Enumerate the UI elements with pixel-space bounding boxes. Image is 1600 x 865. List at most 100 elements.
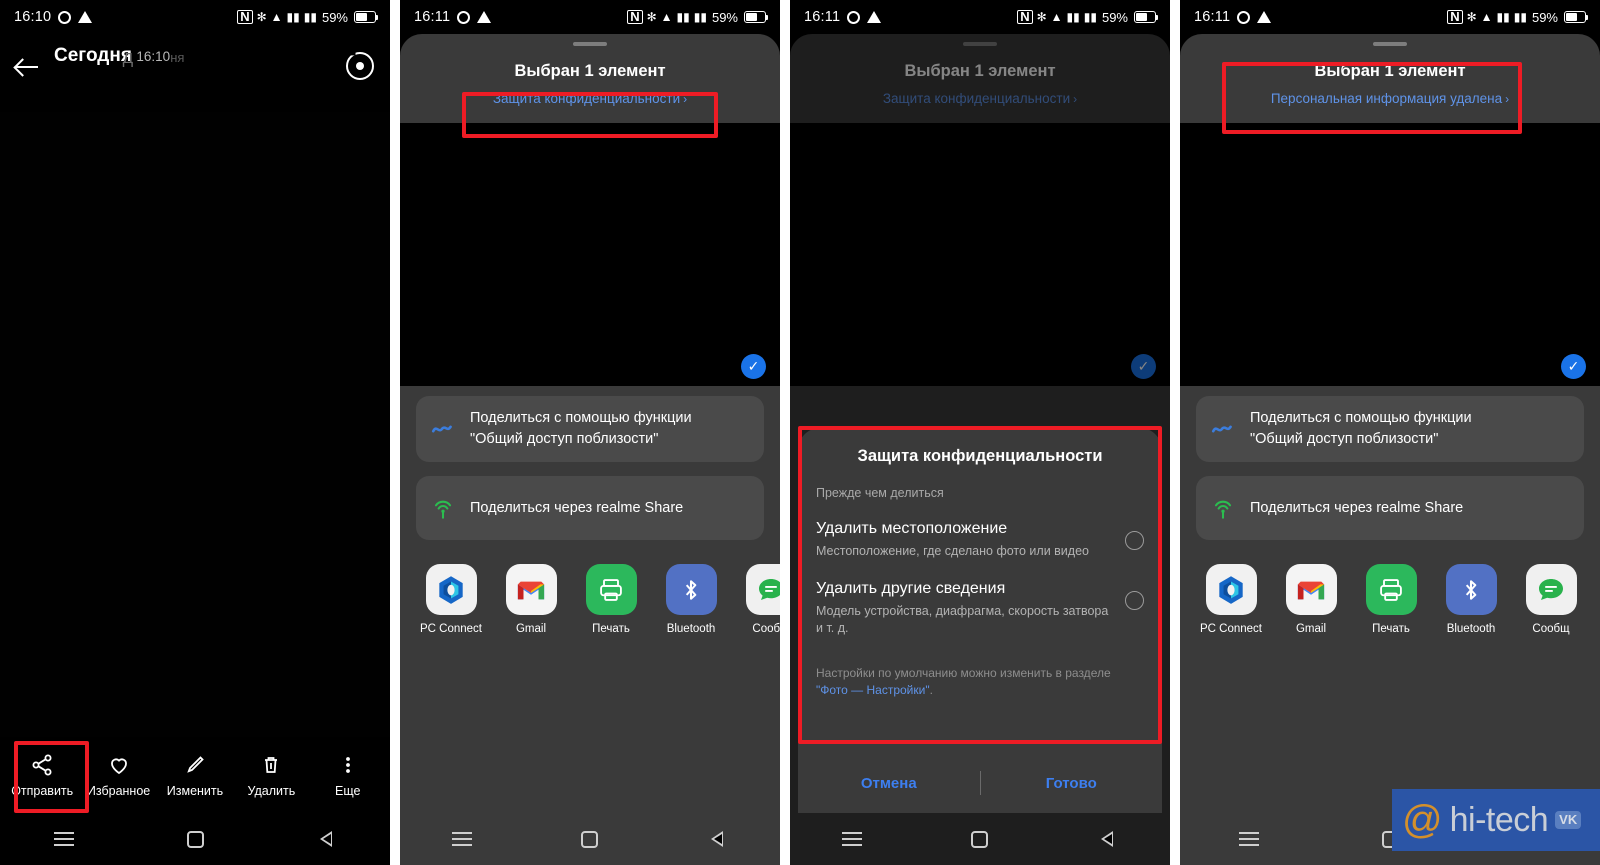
toolbar-item-share[interactable]: Отправить (7, 753, 77, 798)
share-apps-row: PC Connect Gmail (400, 554, 780, 635)
dialog-subtitle: Прежде чем делиться (816, 486, 944, 500)
recents-icon[interactable] (1237, 828, 1263, 850)
share-preview-thumbnail[interactable]: ✓ (1180, 123, 1600, 391)
toolbar-label: Удалить (247, 783, 296, 798)
signal-icon: ▮▮ (286, 10, 300, 24)
recents-icon[interactable] (450, 828, 476, 850)
back-triangle-icon[interactable] (312, 828, 338, 850)
drag-handle[interactable] (1373, 42, 1407, 46)
toolbar-item-edit[interactable]: Изменить (160, 753, 230, 798)
share-app-messages[interactable]: Сообщ (1522, 564, 1580, 635)
share-app-pc-connect[interactable]: PC Connect (1200, 564, 1262, 635)
privacy-protection-link[interactable]: Защита конфиденциальности › (400, 89, 780, 109)
signal-icon: ▮▮ (676, 10, 690, 24)
gmail-icon (505, 564, 557, 615)
dialog-footnote-tail: . (929, 683, 933, 697)
signal-icon: ▮▮ (1513, 10, 1527, 24)
share-sheet-2: Выбран 1 элемент Защита конфиденциальнос… (400, 34, 780, 865)
home-icon[interactable] (577, 828, 603, 850)
android-navbar-1 (0, 813, 390, 865)
status-time: 16:11 (1194, 9, 1231, 25)
dialog-option-radio[interactable] (1125, 531, 1144, 550)
dialog-option-desc: Местоположение, где сделано фото или вид… (816, 544, 1089, 558)
share-row-nearby[interactable]: Поделиться с помощью функции "Общий дост… (416, 396, 764, 462)
warning-triangle-icon (477, 11, 492, 23)
selected-check-icon[interactable]: ✓ (1561, 354, 1586, 379)
android-navbar-2 (400, 813, 780, 865)
wifi-icon: ▲ (1480, 10, 1493, 24)
share-app-print[interactable]: Печать (582, 564, 640, 635)
back-triangle-icon[interactable] (1094, 828, 1120, 850)
recents-icon[interactable] (840, 828, 866, 850)
wifi-icon: ▲ (270, 10, 283, 24)
status-bar-4: 16:11 N ✻ ▲ ▮▮ ▮▮ 59% (1180, 0, 1600, 34)
share-apps-row: PC Connect Gmail (1180, 554, 1600, 635)
page-subtitle-text: 16:10 (136, 49, 171, 64)
panel-separator (390, 0, 400, 865)
toolbar-item-more[interactable]: Еще (313, 753, 383, 798)
toolbar-item-favorite[interactable]: Избранное (84, 753, 154, 798)
home-icon[interactable] (182, 828, 208, 850)
trash-icon (258, 753, 284, 777)
messages-icon (745, 564, 780, 615)
page-subtitle: 16:10 ня (136, 47, 184, 66)
warning-triangle-icon (867, 11, 882, 23)
gmail-icon (1285, 564, 1337, 615)
share-sheet-title: Выбран 1 элемент (1314, 62, 1466, 80)
share-preview-thumbnail[interactable]: ✓ (400, 123, 780, 391)
share-app-gmail[interactable]: Gmail (1282, 564, 1340, 635)
google-lens-icon[interactable] (346, 52, 374, 80)
printer-icon (1365, 564, 1417, 615)
status-bar-right: N ✻ ▲ ▮▮ ▮▮ 59% (237, 10, 379, 25)
share-app-messages[interactable]: Сообщ (742, 564, 780, 635)
photo-canvas[interactable] (0, 112, 390, 737)
nearby-share-icon (1210, 416, 1236, 442)
drag-handle[interactable] (573, 42, 607, 46)
share-row-realme[interactable]: Поделиться через realme Share (1196, 476, 1584, 540)
share-app-label: Gmail (515, 623, 547, 635)
share-app-bluetooth[interactable]: Bluetooth (1442, 564, 1500, 635)
home-icon[interactable] (967, 828, 993, 850)
share-sheet-title: Выбран 1 элемент (514, 62, 666, 80)
share-row-realme-label: Поделиться через realme Share (1250, 499, 1464, 516)
vk-badge-icon: VK (1555, 811, 1582, 829)
viewer-toolbar: Отправить Избранное Изменить Удалить Еще (0, 737, 390, 813)
dialog-footnote-link[interactable]: "Фото — Настройки" (816, 683, 930, 697)
realme-share-icon (1210, 495, 1236, 521)
share-app-label: Bluetooth (666, 623, 716, 635)
battery-percent: 59% (711, 9, 738, 25)
dialog-option-remove-location[interactable]: Удалить местоположение Местоположение, г… (816, 518, 1144, 560)
personal-info-removed-link[interactable]: Персональная информация удалена › (1180, 89, 1600, 109)
dialog-option-radio[interactable] (1125, 591, 1144, 610)
share-row-nearby-line2: "Общий доступ поблизости" (1250, 431, 1439, 447)
back-triangle-icon[interactable] (704, 828, 730, 850)
dialog-option-remove-other-info[interactable]: Удалить другие сведения Модель устройств… (816, 578, 1144, 637)
recents-icon[interactable] (52, 828, 78, 850)
toolbar-label: Еще (335, 783, 361, 798)
watermark-text: hi-tech (1449, 800, 1549, 839)
battery-icon (744, 11, 769, 23)
dialog-option-text: Удалить другие сведения Модель устройств… (816, 578, 1115, 637)
back-arrow-icon[interactable] (12, 52, 42, 82)
nfc-icon: N (237, 10, 253, 24)
chevron-right-icon: › (1505, 92, 1510, 106)
page-title-text: Сегодня (54, 45, 132, 66)
share-row-nearby[interactable]: Поделиться с помощью функции "Общий дост… (1196, 396, 1584, 462)
done-button[interactable]: Готово (981, 775, 1163, 792)
panel-privacy-dialog: 16:11 N ✻ ▲ ▮▮ ▮▮ 59% Выбран 1 элемент З… (790, 0, 1170, 865)
status-bar-left: 16:10 (14, 9, 93, 25)
share-app-gmail[interactable]: Gmail (502, 564, 560, 635)
toolbar-item-delete[interactable]: Удалить (236, 753, 306, 798)
cancel-button[interactable]: Отмена (798, 775, 980, 792)
page-subtitle-ghost: ня (170, 50, 185, 65)
share-row-realme[interactable]: Поделиться через realme Share (416, 476, 764, 540)
bluetooth-icon (1445, 564, 1497, 615)
bluetooth-icon: ✻ (646, 10, 657, 24)
toolbar-label: Избранное (86, 783, 151, 798)
bluetooth-icon: ✻ (1036, 10, 1047, 24)
share-app-print[interactable]: Печать (1362, 564, 1420, 635)
share-app-pc-connect[interactable]: PC Connect (420, 564, 482, 635)
selected-check-icon[interactable]: ✓ (741, 354, 766, 379)
status-bar-right: N ✻ ▲ ▮▮ ▮▮ 59% (627, 9, 769, 25)
share-app-bluetooth[interactable]: Bluetooth (662, 564, 720, 635)
